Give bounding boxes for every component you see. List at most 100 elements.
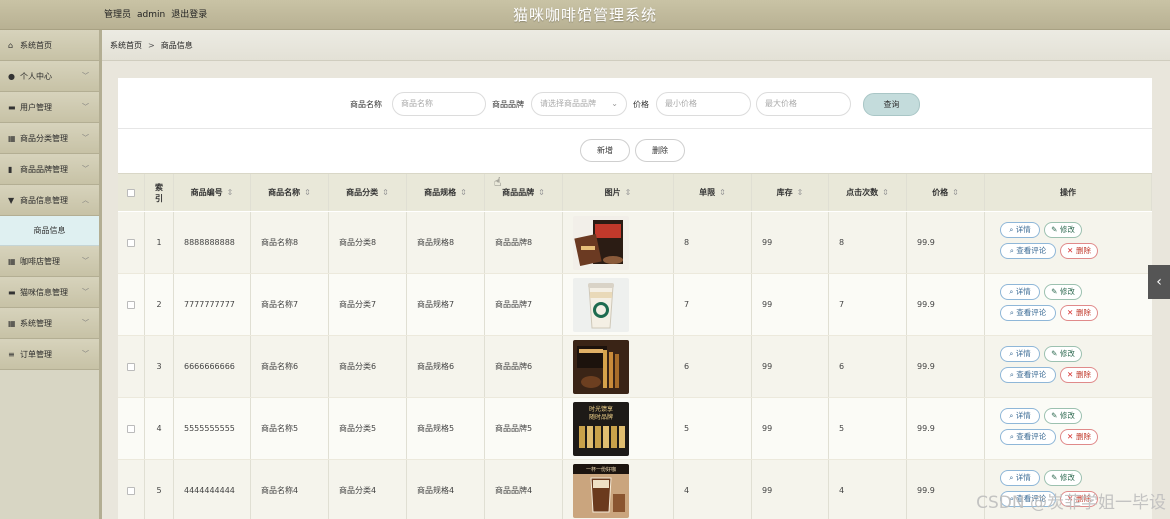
- reviews-button[interactable]: ⌕ 查看评论: [1000, 429, 1056, 445]
- row-checkbox-cell[interactable]: [118, 212, 145, 273]
- search-name-input[interactable]: 商品名称: [392, 92, 486, 116]
- cell-limit: 4: [674, 460, 752, 519]
- logout-link[interactable]: 退出登录: [171, 10, 207, 20]
- query-button[interactable]: 查询: [863, 93, 920, 116]
- delete-label: 删除: [1075, 432, 1091, 441]
- delete-button[interactable]: ✕ 删除: [1060, 305, 1098, 321]
- row-checkbox[interactable]: [127, 362, 135, 371]
- reviews-button[interactable]: ⌕ 查看评论: [1000, 243, 1056, 259]
- detail-button[interactable]: ⌕ 详情: [1000, 346, 1040, 362]
- column-header-label: 点击次数: [846, 188, 879, 197]
- batch-delete-button[interactable]: 删除: [635, 139, 685, 162]
- detail-button[interactable]: ⌕ 详情: [1000, 222, 1040, 238]
- cell-code: 7777777777: [174, 274, 251, 335]
- row-checkbox-cell[interactable]: [118, 460, 145, 519]
- column-header[interactable]: 商品编号 ⇕: [174, 174, 251, 211]
- column-header[interactable]: 库存 ⇕: [752, 174, 829, 211]
- search-min-price-input[interactable]: 最小价格: [656, 92, 751, 116]
- cell-name: 商品名称4: [251, 460, 329, 519]
- reviews-button[interactable]: ⌕ 查看评论: [1000, 305, 1056, 321]
- column-header[interactable]: 商品规格 ⇕: [407, 174, 485, 211]
- edit-button[interactable]: ✎ 修改: [1044, 346, 1082, 362]
- row-checkbox-cell[interactable]: [118, 398, 145, 459]
- row-checkbox[interactable]: [127, 486, 135, 495]
- row-index: 5: [145, 460, 174, 519]
- sort-icon[interactable]: ⇕: [952, 188, 959, 197]
- row-checkbox-cell[interactable]: [118, 274, 145, 335]
- row-checkbox[interactable]: [127, 424, 135, 433]
- edit-button[interactable]: ✎ 修改: [1044, 284, 1082, 300]
- cell-clicks: 7: [829, 274, 907, 335]
- sort-icon[interactable]: ⇕: [882, 188, 889, 197]
- reviews-label: 查看评论: [1016, 370, 1047, 379]
- cell-image: 一杯一份好咖: [563, 460, 674, 519]
- sidebar-item-label: 订单管理: [20, 350, 52, 359]
- detail-button[interactable]: ⌕ 详情: [1000, 470, 1040, 486]
- search-icon: ⌕: [1009, 287, 1016, 296]
- sort-icon[interactable]: ⇕: [382, 188, 389, 197]
- cell-clicks: 4: [829, 460, 907, 519]
- row-checkbox[interactable]: [127, 238, 135, 247]
- column-header[interactable]: 点击次数 ⇕: [829, 174, 907, 211]
- close-icon: ✕: [1067, 246, 1076, 255]
- sort-icon[interactable]: ⇕: [227, 188, 234, 197]
- edit-button[interactable]: ✎ 修改: [1044, 470, 1082, 486]
- edit-button[interactable]: ✎ 修改: [1044, 222, 1082, 238]
- cell-spec: 商品规格5: [407, 398, 485, 459]
- reviews-button[interactable]: ⌕ 查看评论: [1000, 367, 1056, 383]
- cell-image: [563, 336, 674, 397]
- cell-category: 商品分类5: [329, 398, 407, 459]
- list-icon: ≡: [8, 350, 15, 359]
- column-header: 操作: [985, 174, 1152, 211]
- sort-icon[interactable]: ⇕: [538, 188, 545, 197]
- add-button[interactable]: 新增: [580, 139, 630, 162]
- detail-button[interactable]: ⌕ 详情: [1000, 408, 1040, 424]
- delete-label: 删除: [1075, 308, 1091, 317]
- cell-price: 99.9: [907, 212, 985, 273]
- sidebar-item[interactable]: ▮ 商品品牌管理 ﹀: [0, 154, 99, 185]
- sidebar-item[interactable]: ▬ 猫咪信息管理 ﹀: [0, 277, 99, 308]
- select-all-checkbox[interactable]: [127, 188, 135, 197]
- cell-code: 5555555555: [174, 398, 251, 459]
- search-brand-select[interactable]: 请选择商品品牌 ⌄: [531, 92, 627, 116]
- column-header[interactable]: 价格 ⇕: [907, 174, 985, 211]
- sidebar-item[interactable]: ▦ 咖啡店管理 ﹀: [0, 246, 99, 277]
- sort-icon[interactable]: ⇕: [304, 188, 311, 197]
- row-checkbox-cell[interactable]: [118, 336, 145, 397]
- sort-icon[interactable]: ⇕: [625, 188, 632, 197]
- sidebar-item[interactable]: ⌂ 系统首页: [0, 30, 99, 61]
- column-header[interactable]: 商品分类 ⇕: [329, 174, 407, 211]
- sort-icon[interactable]: ⇕: [719, 188, 726, 197]
- breadcrumb-current: 商品信息: [160, 41, 193, 50]
- row-checkbox[interactable]: [127, 300, 135, 309]
- delete-button[interactable]: ✕ 删除: [1060, 491, 1098, 507]
- close-icon: ✕: [1067, 494, 1076, 503]
- breadcrumb-home[interactable]: 系统首页: [110, 41, 142, 50]
- reviews-button[interactable]: ⌕ 查看评论: [1000, 491, 1056, 507]
- search-max-price-input[interactable]: 最大价格: [756, 92, 851, 116]
- sidebar-item[interactable]: ≡ 订单管理 ﹀: [0, 339, 99, 370]
- sidebar-item-label: 商品分类管理: [20, 134, 68, 143]
- select-all-checkbox-cell[interactable]: [118, 174, 145, 211]
- cell-category: 商品分类4: [329, 460, 407, 519]
- table-row: 3 6666666666 商品名称6 商品分类6 商品规格6 商品品牌6 6 99 6 99.9 ⌕…: [118, 336, 1152, 398]
- delete-button[interactable]: ✕ 删除: [1060, 243, 1098, 259]
- column-header[interactable]: 图片 ⇕: [563, 174, 674, 211]
- close-icon: ✕: [1067, 432, 1076, 441]
- sidebar-item[interactable]: ● 个人中心 ﹀: [0, 61, 99, 92]
- sidebar-subitem-active[interactable]: 商品信息: [0, 216, 99, 246]
- sort-icon[interactable]: ⇕: [460, 188, 467, 197]
- sidebar-item[interactable]: ▬ 用户管理 ﹀: [0, 92, 99, 123]
- column-header[interactable]: 单限 ⇕: [674, 174, 752, 211]
- edit-button[interactable]: ✎ 修改: [1044, 408, 1082, 424]
- sidebar-item[interactable]: ▦ 商品分类管理 ﹀: [0, 123, 99, 154]
- delete-label: 删除: [1075, 494, 1091, 503]
- sort-icon[interactable]: ⇕: [797, 188, 804, 197]
- sidebar-item[interactable]: ▦ 系统管理 ﹀: [0, 308, 99, 339]
- column-header[interactable]: 商品名称 ⇕: [251, 174, 329, 211]
- delete-button[interactable]: ✕ 删除: [1060, 367, 1098, 383]
- detail-button[interactable]: ⌕ 详情: [1000, 284, 1040, 300]
- sidebar-item[interactable]: ▼ 商品信息管理 ︿: [0, 185, 99, 216]
- delete-button[interactable]: ✕ 删除: [1060, 429, 1098, 445]
- collapse-panel-button[interactable]: ‹: [1148, 265, 1170, 299]
